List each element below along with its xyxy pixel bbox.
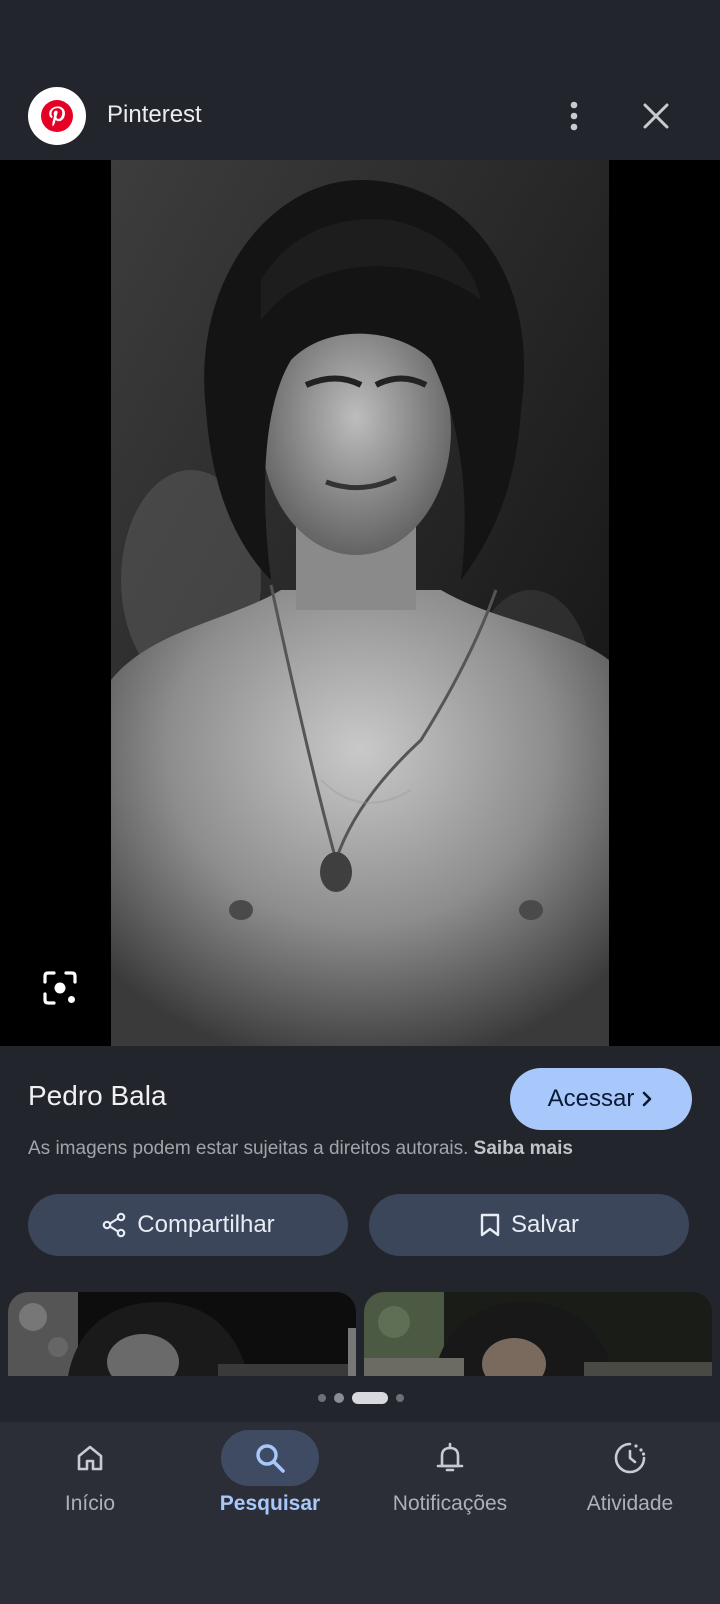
carousel-dot: [396, 1394, 404, 1402]
nav-item-search[interactable]: Pesquisar: [180, 1422, 360, 1532]
nav-item-home[interactable]: Início: [0, 1422, 180, 1532]
carousel-dot-active: [352, 1392, 388, 1404]
save-button[interactable]: Salvar: [369, 1194, 689, 1256]
share-button[interactable]: Compartilhar: [28, 1194, 348, 1256]
lens-icon: [43, 971, 77, 1005]
related-image-thumbnail[interactable]: [364, 1292, 712, 1376]
share-label: Compartilhar: [137, 1211, 275, 1238]
result-title: Pedro Bala: [28, 1080, 167, 1111]
visit-button-label: Acessar: [547, 1085, 635, 1112]
preview-image[interactable]: [111, 160, 609, 1046]
carousel-dot: [334, 1393, 344, 1403]
bookmark-icon: [480, 1213, 500, 1237]
status-bar: [0, 0, 720, 80]
source-header: Pinterest: [0, 80, 720, 160]
lens-search-button[interactable]: [38, 966, 82, 1010]
site-name[interactable]: Pinterest: [107, 101, 202, 129]
learn-more-link[interactable]: Saiba mais: [474, 1138, 573, 1159]
bottom-navigation: Início Pesquisar Notificações Atividade: [0, 1422, 720, 1604]
home-icon: [41, 1430, 139, 1486]
nav-label-notifications: Notificações: [392, 1492, 508, 1515]
pinterest-logo-icon[interactable]: [28, 87, 86, 145]
nav-item-activity[interactable]: Atividade: [540, 1422, 720, 1532]
more-vert-icon: [570, 101, 578, 131]
activity-icon: [581, 1430, 679, 1486]
carousel-indicator: [318, 1392, 404, 1404]
related-image-thumbnail[interactable]: [8, 1292, 356, 1376]
copyright-text: As imagens podem estar sujeitas a direit…: [28, 1138, 469, 1159]
save-label: Salvar: [510, 1211, 580, 1238]
visit-button[interactable]: Acessar: [510, 1068, 692, 1130]
share-icon: [102, 1212, 126, 1238]
search-icon: [221, 1430, 319, 1486]
nav-label-search: Pesquisar: [219, 1492, 321, 1515]
chevron-right-icon: [643, 1091, 652, 1107]
copyright-notice: As imagens podem estar sujeitas a direit…: [28, 1138, 573, 1160]
nav-item-notifications[interactable]: Notificações: [360, 1422, 540, 1532]
carousel-dot: [318, 1394, 326, 1402]
bell-icon: [401, 1430, 499, 1486]
more-options-button[interactable]: [556, 98, 592, 134]
image-viewer: [0, 160, 720, 1046]
nav-label-home: Início: [64, 1492, 116, 1515]
close-icon: [643, 103, 669, 129]
nav-label-activity: Atividade: [586, 1492, 674, 1515]
close-button[interactable]: [638, 98, 674, 134]
